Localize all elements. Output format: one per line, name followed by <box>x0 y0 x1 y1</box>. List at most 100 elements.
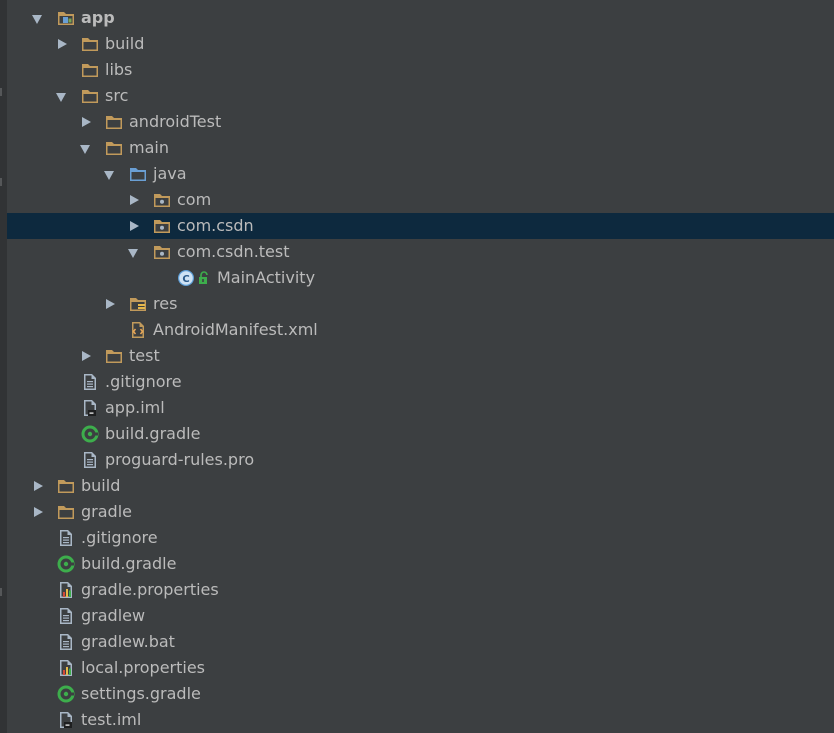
chevron-right-icon[interactable] <box>80 109 92 135</box>
tree-item-label: AndroidManifest.xml <box>153 320 318 339</box>
tree-item-com[interactable]: com <box>7 187 834 213</box>
gradle-icon <box>81 425 99 443</box>
tree-item-mainactivity[interactable]: C MainActivity <box>7 265 834 291</box>
unlock-icon <box>198 271 210 289</box>
chevron-down-icon[interactable] <box>32 5 44 31</box>
package-icon <box>153 191 171 209</box>
properties-file-icon <box>57 581 75 599</box>
folder-icon <box>81 61 99 79</box>
chevron-right-icon[interactable] <box>80 343 92 369</box>
folder-icon <box>105 347 123 365</box>
tree-item-label: proguard-rules.pro <box>105 450 255 469</box>
folder-icon <box>81 87 99 105</box>
tree-item-label: libs <box>105 60 133 79</box>
tree-item-label: app <box>81 8 115 27</box>
tree-item-app-iml[interactable]: app.iml <box>7 395 834 421</box>
iml-file-icon <box>81 399 99 417</box>
tree-item-gitignore[interactable]: .gitignore <box>7 369 834 395</box>
text-file-icon <box>57 529 75 547</box>
chevron-down-icon[interactable] <box>104 161 116 187</box>
tree-item-src[interactable]: src <box>7 83 834 109</box>
tree-item-com-csdn[interactable]: com.csdn <box>7 213 834 239</box>
tree-item-label: gradlew <box>81 606 146 625</box>
tree-item-label: src <box>105 86 129 105</box>
tree-item-build-gradle[interactable]: build.gradle <box>7 551 834 577</box>
text-file-icon <box>57 633 75 651</box>
text-file-icon <box>81 373 99 391</box>
tree-item-label: gradle.properties <box>81 580 219 599</box>
tree-item-label: gradle <box>81 502 132 521</box>
folder-icon <box>81 35 99 53</box>
editor-gutter <box>0 0 7 733</box>
tree-item-gradle[interactable]: gradle <box>7 499 834 525</box>
chevron-down-icon[interactable] <box>128 239 140 265</box>
tree-item-app[interactable]: app <box>7 5 834 31</box>
iml-file-icon <box>57 711 75 729</box>
tree-item-label: settings.gradle <box>81 684 201 703</box>
tree-item-label: .gitignore <box>105 372 182 391</box>
package-icon <box>153 243 171 261</box>
chevron-right-icon[interactable] <box>128 187 140 213</box>
tree-item-libs[interactable]: libs <box>7 57 834 83</box>
tree-item-test-iml[interactable]: test.iml <box>7 707 834 733</box>
tree-item-gradle-properties[interactable]: gradle.properties <box>7 577 834 603</box>
tree-item-androidmanifest-xml[interactable]: AndroidManifest.xml <box>7 317 834 343</box>
tree-item-label: com <box>177 190 212 209</box>
chevron-down-icon[interactable] <box>80 135 92 161</box>
tree-item-build[interactable]: build <box>7 31 834 57</box>
chevron-right-icon[interactable] <box>32 499 44 525</box>
tree-item-main[interactable]: main <box>7 135 834 161</box>
tree-item-label: com.csdn.test <box>177 242 290 261</box>
tree-item-androidtest[interactable]: androidTest <box>7 109 834 135</box>
chevron-right-icon[interactable] <box>104 291 116 317</box>
tree-item-settings-gradle[interactable]: settings.gradle <box>7 681 834 707</box>
chevron-right-icon[interactable] <box>56 31 68 57</box>
folder-icon <box>105 139 123 157</box>
properties-file-icon <box>57 659 75 677</box>
resource-folder-icon <box>129 295 147 313</box>
class-icon: C <box>177 269 195 287</box>
text-file-icon <box>81 451 99 469</box>
chevron-right-icon[interactable] <box>32 473 44 499</box>
chevron-right-icon[interactable] <box>128 213 140 239</box>
tree-item-java[interactable]: java <box>7 161 834 187</box>
source-folder-icon <box>129 165 147 183</box>
tree-item-gitignore[interactable]: .gitignore <box>7 525 834 551</box>
tree-item-label: build.gradle <box>81 554 177 573</box>
tree-item-res[interactable]: res <box>7 291 834 317</box>
tree-item-label: test <box>129 346 160 365</box>
tree-item-gradlew[interactable]: gradlew <box>7 603 834 629</box>
package-icon <box>153 217 171 235</box>
tree-item-label: gradlew.bat <box>81 632 175 651</box>
tree-item-label: app.iml <box>105 398 165 417</box>
tree-item-build-gradle[interactable]: build.gradle <box>7 421 834 447</box>
tree-item-label: java <box>153 164 187 183</box>
tree-item-proguard-rules-pro[interactable]: proguard-rules.pro <box>7 447 834 473</box>
tree-item-test[interactable]: test <box>7 343 834 369</box>
tree-item-label: local.properties <box>81 658 206 677</box>
svg-text:C: C <box>182 274 189 285</box>
tree-item-label: MainActivity <box>217 268 316 287</box>
text-file-icon <box>57 607 75 625</box>
chevron-down-icon[interactable] <box>56 83 68 109</box>
tree-item-local-properties[interactable]: local.properties <box>7 655 834 681</box>
tree-item-label: main <box>129 138 169 157</box>
gradle-icon <box>57 685 75 703</box>
tree-item-gradlew-bat[interactable]: gradlew.bat <box>7 629 834 655</box>
gradle-icon <box>57 555 75 573</box>
folder-icon <box>105 113 123 131</box>
tree-item-label: .gitignore <box>81 528 158 547</box>
gutter-marker <box>0 88 2 96</box>
tree-item-label: com.csdn <box>177 216 254 235</box>
tree-item-com-csdn-test[interactable]: com.csdn.test <box>7 239 834 265</box>
folder-icon <box>57 477 75 495</box>
tree-item-label: build <box>105 34 145 53</box>
tree-item-label: build.gradle <box>105 424 201 443</box>
tree-item-build[interactable]: build <box>7 473 834 499</box>
tree-item-label: test.iml <box>81 710 142 729</box>
folder-icon <box>57 503 75 521</box>
gutter-marker <box>0 588 2 596</box>
module-folder-icon <box>57 9 75 27</box>
tree-item-label: build <box>81 476 121 495</box>
project-tree: app build libs src androidTest main java com com… <box>7 5 834 733</box>
